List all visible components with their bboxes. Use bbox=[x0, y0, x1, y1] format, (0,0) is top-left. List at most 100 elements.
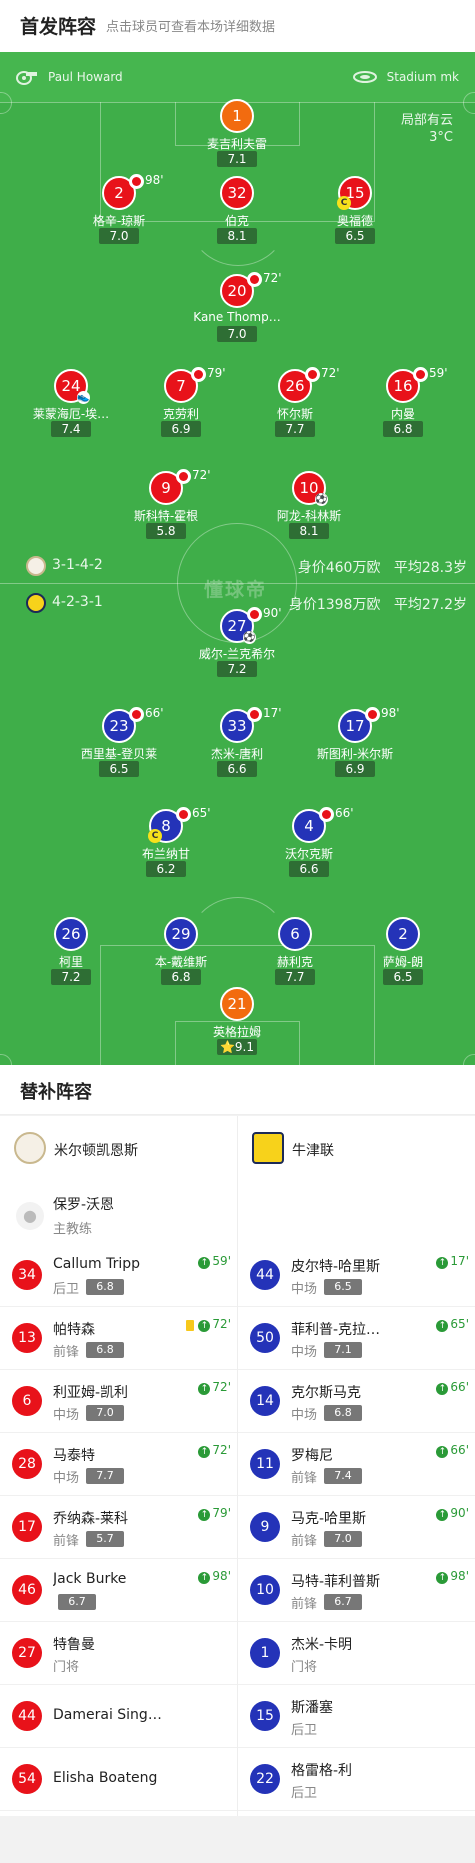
away-player[interactable]: 2 萨姆-朗 6.5 bbox=[343, 917, 463, 987]
home-player[interactable]: 26 72' 怀尔斯 7.7 bbox=[235, 366, 355, 439]
corner-arc bbox=[463, 1054, 475, 1065]
away-sub-row[interactable]: 9 马克-哈里斯 前锋 7.0 ↑ 90' bbox=[238, 1496, 475, 1559]
stadium-icon bbox=[352, 71, 377, 83]
home-sub-row[interactable]: 6 利亚姆-凯利 中场 7.0 ↑ 72' bbox=[0, 1370, 237, 1433]
sub-on-icon: ↑ bbox=[436, 1257, 449, 1269]
sub-on-icon: ↑ bbox=[436, 1320, 449, 1332]
away-sub-row[interactable]: 11 罗梅尼 前锋 7.4 ↑ 66' bbox=[238, 1433, 475, 1496]
home-player[interactable]: 9 72' 斯科特-霍根 5.8 bbox=[106, 468, 226, 541]
player-rating: 6.6 bbox=[217, 761, 257, 777]
away-player[interactable]: 26 柯里 7.2 bbox=[11, 917, 131, 987]
home-sub-row[interactable]: 44 Damerai Sing… bbox=[0, 1685, 237, 1748]
referee-name: Paul Howard bbox=[48, 70, 123, 84]
away-sub-row[interactable]: 1 杰米-卡明 门将 bbox=[238, 1622, 475, 1685]
home-player[interactable]: 1 麦吉利夫雷 7.1 bbox=[177, 99, 297, 169]
home-player[interactable]: 10 ⚽ 阿龙-科林斯 8.1 bbox=[249, 471, 369, 541]
sub-on-minute: 59' bbox=[212, 1254, 231, 1268]
home-sub-row[interactable]: 34 Callum Tripp 后卫 6.8 ↑ 59' bbox=[0, 1244, 237, 1307]
away-player[interactable]: 29 本-戴维斯 6.8 bbox=[121, 917, 241, 987]
sub-position: 前锋 bbox=[291, 1471, 318, 1486]
sub-position: 中场 bbox=[53, 1471, 80, 1486]
sub-number: 22 bbox=[250, 1764, 280, 1794]
away-sub-row[interactable]: 10 马特-菲利普斯 前锋 6.7 ↑ 98' bbox=[238, 1559, 475, 1622]
sub-rating: 7.1 bbox=[324, 1342, 362, 1358]
away-sub-row[interactable]: 14 克尔斯马克 中场 6.8 ↑ 66' bbox=[238, 1370, 475, 1433]
home-sub-row[interactable]: 27 特鲁曼 门将 bbox=[0, 1622, 237, 1685]
away-team-name: 牛津联 bbox=[292, 1143, 334, 1159]
player-rating: 6.9 bbox=[161, 421, 201, 437]
corner-arc bbox=[0, 1054, 12, 1065]
home-player[interactable]: 16 59' 内曼 6.8 bbox=[343, 366, 463, 439]
home-player[interactable]: 15 C 奥福德 6.5 bbox=[295, 176, 415, 246]
player-rating: 6.6 bbox=[289, 861, 329, 877]
sub-on: ↑ 66' bbox=[436, 1380, 469, 1395]
sub-off-icon bbox=[129, 707, 144, 722]
player-number: 21 bbox=[220, 987, 254, 1021]
player-name: 格辛-琼斯 bbox=[92, 214, 146, 228]
sub-number: 9 bbox=[250, 1512, 280, 1542]
away-player[interactable]: 6 赫利克 7.7 bbox=[235, 917, 355, 987]
away-sub-row[interactable]: 44 皮尔特-哈里斯 中场 6.5 ↑ 17' bbox=[238, 1244, 475, 1307]
player-name: 沃尔克斯 bbox=[284, 847, 333, 861]
home-sub-row[interactable]: 17 乔纳森-莱科 前锋 5.7 ↑ 79' bbox=[0, 1496, 237, 1559]
player-name: 伯克 bbox=[224, 214, 249, 228]
home-sub-row[interactable]: 46 Jack Burke 6.7 ↑ 98' bbox=[0, 1559, 237, 1622]
home-player[interactable]: 7 79' 克劳利 6.9 bbox=[121, 366, 241, 439]
away-player[interactable]: 4 66' 沃尔克斯 6.6 bbox=[249, 806, 369, 879]
sub-on-minute: 72' bbox=[212, 1380, 231, 1394]
referee: Paul Howard bbox=[16, 66, 123, 88]
sub-name: Callum Tripp bbox=[53, 1256, 141, 1272]
away-player[interactable]: 21 英格拉姆 ⭐9.1 bbox=[177, 987, 297, 1057]
sub-name: 克尔斯马克 bbox=[291, 1385, 361, 1401]
lineup-page: 首发阵容 点击球员可查看本场详细数据 Paul Howard Stadium m… bbox=[0, 0, 475, 1863]
home-crest-icon bbox=[26, 556, 46, 576]
subs-title: 替补阵容 bbox=[20, 1082, 92, 1103]
sub-name: Jack Burke bbox=[53, 1571, 127, 1587]
home-player[interactable]: 20 72' Kane Thomp… 7.0 bbox=[177, 271, 297, 344]
sub-off-icon bbox=[365, 707, 380, 722]
sub-on-minute: 17' bbox=[450, 1254, 469, 1268]
away-player[interactable]: 33 17' 杰米-唐利 6.6 bbox=[177, 706, 297, 779]
sub-rating: 7.0 bbox=[324, 1531, 362, 1547]
home-sub-row[interactable]: 54 Elisha Boateng bbox=[0, 1748, 237, 1811]
sub-on-icon: ↑ bbox=[198, 1446, 211, 1458]
goal-icon: ⚽ bbox=[315, 493, 328, 506]
away-player[interactable]: 27 90' ⚽ 威尔-兰克希尔 7.2 bbox=[177, 606, 297, 679]
home-sub-row[interactable]: 13 帕特森 前锋 6.8 ↑ 72' bbox=[0, 1307, 237, 1370]
home-team-info[interactable]: 3-1-4-2 身价460万欧 平均28.3岁 bbox=[0, 552, 475, 580]
home-player[interactable]: 24 👟 莱蒙海厄-埃… 7.4 bbox=[11, 369, 131, 439]
away-player[interactable]: 23 66' 西里基-登贝莱 6.5 bbox=[59, 706, 179, 779]
sub-minute: 79' bbox=[207, 366, 226, 380]
home-meta: 身价460万欧 平均28.3岁 bbox=[298, 557, 467, 577]
sub-number: 1 bbox=[250, 1638, 280, 1668]
player-rating: 7.7 bbox=[275, 969, 315, 985]
page-subtitle: 点击球员可查看本场详细数据 bbox=[106, 20, 276, 35]
home-crest-icon bbox=[14, 1132, 46, 1164]
away-player[interactable]: 17 98' 斯图利-米尔斯 6.9 bbox=[295, 706, 415, 779]
player-rating: 7.0 bbox=[217, 326, 257, 342]
away-sub-row[interactable]: 15 斯潘塞 后卫 bbox=[238, 1685, 475, 1748]
away-sub-row[interactable]: 22 格雷格-利 后卫 bbox=[238, 1748, 475, 1811]
sub-rating: 6.5 bbox=[324, 1279, 362, 1295]
subs-list: 米尔顿凯恩斯 牛津联 ● 保罗-沃恩 主教练 34 Callum Tripp 后卫 6… bbox=[0, 1116, 475, 1816]
away-player[interactable]: 8 65' C 布兰纳甘 6.2 bbox=[106, 806, 226, 879]
player-number: 6 bbox=[278, 917, 312, 951]
sub-on-icon: ↑ bbox=[198, 1509, 211, 1521]
home-player[interactable]: 2 98' 格辛-琼斯 7.0 bbox=[59, 173, 179, 246]
away-sub-row[interactable]: 50 菲利普-克拉… 中场 7.1 ↑ 65' bbox=[238, 1307, 475, 1370]
sub-on: ↑ 72' bbox=[198, 1443, 231, 1458]
home-sub-row[interactable]: 28 马泰特 中场 7.7 ↑ 72' bbox=[0, 1433, 237, 1496]
player-rating: 6.8 bbox=[383, 421, 423, 437]
sub-rating: 6.8 bbox=[86, 1342, 124, 1358]
sub-name: 马克-哈里斯 bbox=[291, 1511, 367, 1527]
sub-position: 前锋 bbox=[291, 1597, 318, 1612]
home-player[interactable]: 32 伯克 8.1 bbox=[177, 176, 297, 246]
sub-off-icon bbox=[319, 807, 334, 822]
home-team-name: 米尔顿凯恩斯 bbox=[54, 1143, 138, 1159]
sub-on: ↑ 72' bbox=[198, 1380, 231, 1395]
sub-number: 54 bbox=[12, 1764, 42, 1794]
sub-number: 15 bbox=[250, 1701, 280, 1731]
weather: 局部有云 3°C bbox=[401, 112, 453, 146]
player-rating: 6.5 bbox=[383, 969, 423, 985]
home-coach[interactable]: ● 保罗-沃恩 主教练 bbox=[0, 1180, 237, 1244]
